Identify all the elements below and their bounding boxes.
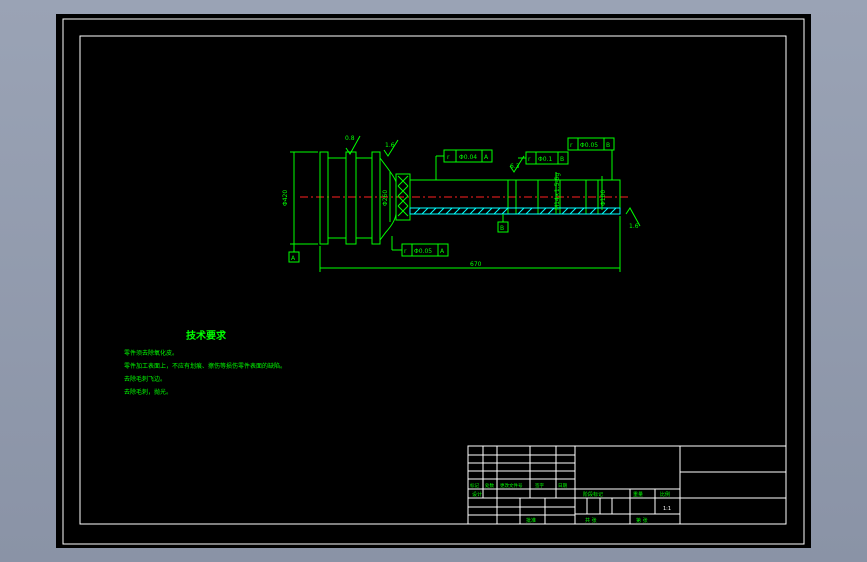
roughness-left: 0.8 [345, 135, 355, 142]
fcf-mid-ref: B [560, 156, 564, 163]
roughness-shaft: 6.3 [510, 163, 520, 170]
datum-b: B [500, 225, 504, 232]
tb-design-label: 设计 [472, 491, 482, 498]
tb-date-label: 日期 [558, 483, 567, 489]
tb-scale-value: 1:1 [663, 506, 671, 512]
tb-stage-label: 阶段标记 [583, 491, 603, 498]
drawing-sheet [56, 14, 811, 548]
bore-dimension: Φ100 [600, 190, 607, 206]
tb-mark-label: 标记 [470, 482, 479, 489]
length-dimension: 670 [470, 261, 482, 268]
tb-count-label: 处数 [485, 482, 494, 489]
tb-sheet-total-label: 共 张 [585, 517, 597, 524]
tb-ratio-label: 比例 [660, 491, 670, 498]
tb-approve-label: 批准 [526, 517, 536, 524]
tech-requirement-item: 零件须去除氧化皮。 [124, 349, 178, 357]
fcf-right-ref: B [606, 142, 610, 149]
left-diameter-dimension: Φ420 [282, 190, 289, 206]
roughness-right: 1.6 [629, 223, 639, 230]
fcf-bottom-value: Φ0.05 [414, 248, 432, 255]
tech-requirement-item: 去除毛刺飞边。 [124, 375, 166, 383]
fcf-mid-value: Φ0.1 [538, 156, 552, 163]
fcf-top-value: Φ0.04 [459, 154, 477, 161]
tech-requirements-title: 技术要求 [186, 329, 227, 342]
tb-weight-label: 重量 [633, 491, 643, 498]
roughness-mid: 1.6 [385, 142, 395, 149]
tech-requirement-item: 零件加工表面上，不应有划痕、擦伤等损伤零件表面的缺陷。 [124, 362, 286, 370]
tb-change-doc-label: 更改文件号 [500, 482, 523, 489]
fcf-right-value: Φ0.05 [580, 142, 598, 149]
cad-viewport: 670 Φ420 Φ260 M14×1.5-6g Φ100 0.8 1.6 6.… [0, 0, 867, 562]
tb-sign-label: 签字 [535, 482, 544, 489]
tb-sheet-label: 第 张 [636, 517, 648, 524]
thread-dimension: M14×1.5-6g [554, 173, 561, 210]
cad-drawing-canvas[interactable]: 670 Φ420 Φ260 M14×1.5-6g Φ100 0.8 1.6 6.… [0, 0, 867, 562]
flange-diameter-dimension: Φ260 [382, 190, 389, 206]
tech-requirement-item: 去除毛刺，抛光。 [124, 388, 172, 396]
